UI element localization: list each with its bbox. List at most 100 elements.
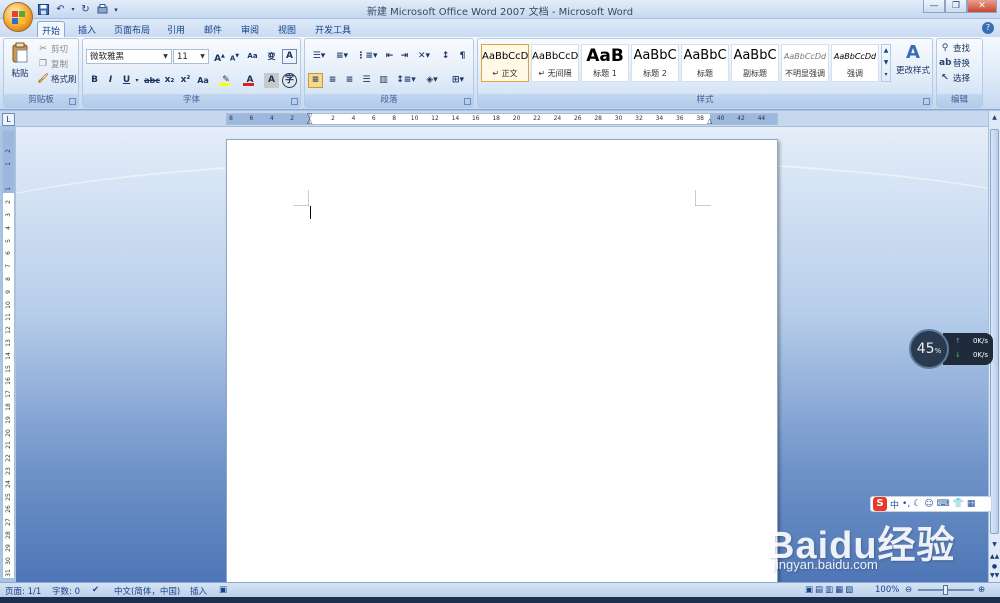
increase-indent-icon[interactable]: ⇥ [397, 49, 412, 64]
decrease-indent-icon[interactable]: ⇤ [382, 49, 397, 64]
close-button[interactable]: ✕ [967, 0, 997, 13]
tab-view[interactable]: 视图 [273, 21, 301, 37]
shading-icon[interactable]: ◈▾ [421, 73, 443, 88]
styles-launcher-icon[interactable] [923, 98, 930, 105]
italic-icon[interactable]: I [103, 73, 118, 88]
tab-mailings[interactable]: 邮件 [199, 21, 227, 37]
emoji-icon[interactable]: ☺ [924, 499, 933, 509]
replace-button[interactable]: ab 替换 [939, 56, 970, 70]
char-shading-icon[interactable]: A [264, 73, 279, 88]
style-no-spacing[interactable]: AaBbCcD ↵ 无间隔 [531, 44, 579, 82]
paragraph-launcher-icon[interactable] [464, 98, 471, 105]
prev-page-icon[interactable]: ▲▲ [990, 553, 999, 563]
underline-icon[interactable]: U [119, 73, 134, 88]
highlight-icon[interactable]: ✎ [216, 73, 236, 88]
grow-font-icon[interactable]: A▲ [212, 49, 227, 64]
multilevel-list-icon[interactable]: ⋮≡▾ [355, 49, 379, 64]
font-color-icon[interactable]: A [240, 73, 260, 88]
enclose-char-icon[interactable]: 字 [282, 73, 297, 88]
change-styles-button[interactable]: A 更改样式 [894, 42, 932, 82]
subscript-icon[interactable]: x₂ [162, 73, 177, 88]
align-center-icon[interactable]: ≡ [325, 73, 340, 88]
restore-button[interactable]: ❐ [945, 0, 967, 13]
font-size-combo[interactable]: 11 ▼ [173, 49, 209, 64]
document-page[interactable] [226, 139, 778, 582]
network-speed-widget[interactable]: ↑ 0K/s ↓ 0K/s 45% [909, 329, 993, 369]
moon-icon[interactable]: ☾ [913, 499, 921, 509]
underline-dropdown-icon[interactable]: ▾ [133, 73, 141, 88]
input-method-bar[interactable]: S 中 •, ☾ ☺ ⌨ 👕 ▦ [870, 496, 992, 512]
zoom-level[interactable]: 100% [875, 585, 899, 595]
align-right-icon[interactable]: ≡ [342, 73, 357, 88]
ime-language[interactable]: 中 [890, 498, 899, 511]
tab-insert[interactable]: 插入 [73, 21, 101, 37]
chevron-down-icon[interactable]: ▼ [198, 51, 207, 62]
format-painter-button[interactable]: 🖌 格式刷 [37, 72, 76, 86]
skin-icon[interactable]: 👕 [953, 499, 964, 509]
minimize-button[interactable]: — [923, 0, 945, 13]
show-marks-icon[interactable]: ¶ [455, 49, 470, 64]
shrink-font-icon[interactable]: A▼ [227, 49, 242, 64]
paste-button[interactable]: 粘贴 [7, 42, 33, 82]
proofing-icon[interactable]: ✔ [92, 585, 99, 595]
clear-format-icon[interactable]: Aa [245, 49, 260, 64]
tab-selector-icon[interactable]: L [2, 113, 15, 126]
change-case-icon[interactable]: Aa [194, 73, 212, 88]
keyboard-icon[interactable]: ⌨ [937, 499, 950, 509]
numbering-icon[interactable]: ≡▾ [331, 49, 353, 64]
vertical-ruler[interactable]: 2 1 1 2 3 4 5 6 7 8 9 10 11 12 13 14 15 16 17 18 19 20 21 22 23 2… [2, 130, 15, 590]
bullets-icon[interactable]: ☰▾ [308, 49, 330, 64]
help-icon[interactable]: ? [982, 22, 994, 34]
tab-home[interactable]: 开始 [37, 21, 65, 37]
distribute-icon[interactable]: ▥ [376, 73, 391, 88]
view-buttons[interactable]: ▣▤▥▦▧ [805, 585, 855, 595]
right-indent-marker-icon[interactable]: △ [707, 118, 712, 125]
select-button[interactable]: ↖ 选择 [939, 71, 970, 85]
tab-references[interactable]: 引用 [162, 21, 190, 37]
font-name-combo[interactable]: 微软雅黑 ▼ [86, 49, 172, 64]
office-button[interactable] [3, 2, 33, 32]
borders-icon[interactable]: ⊞▾ [447, 73, 469, 88]
cut-button[interactable]: ✂ 剪切 [37, 42, 68, 56]
justify-icon[interactable]: ☰ [359, 73, 374, 88]
chinese-layout-icon[interactable]: ✕▾ [413, 49, 435, 64]
align-left-icon[interactable]: ≡ [308, 73, 323, 88]
find-button[interactable]: ⚲ 查找 [939, 41, 970, 55]
horizontal-ruler[interactable]: 8 6 4 2 2 4 6 8 10 12 14 16 18 20 22 24 26 28 30 32 34 36 38 40… [226, 113, 778, 125]
line-spacing-icon[interactable]: ↕≡▾ [395, 73, 417, 88]
clipboard-launcher-icon[interactable] [69, 98, 76, 105]
styles-scroll[interactable]: ▲ ▼ ▾ [881, 44, 891, 82]
style-emphasis[interactable]: AaBbCcDd 强调 [831, 44, 879, 82]
next-page-icon[interactable]: ▼▼ [990, 572, 999, 582]
page-count[interactable]: 页面: 1/1 [5, 585, 41, 597]
copy-button[interactable]: ❐ 复制 [37, 57, 68, 71]
char-border-icon[interactable]: A [282, 49, 297, 64]
style-subtle-emphasis[interactable]: AaBbCcDd 不明显强调 [781, 44, 829, 82]
macro-record-icon[interactable]: ▣ [219, 585, 227, 595]
zoom-out-icon[interactable]: ⊖ [905, 585, 912, 595]
tab-review[interactable]: 审阅 [236, 21, 264, 37]
zoom-in-icon[interactable]: ⊕ [978, 585, 985, 595]
style-normal[interactable]: AaBbCcD ↵ 正文 [481, 44, 529, 82]
strikethrough-icon[interactable]: abc [143, 73, 161, 88]
style-heading-2[interactable]: AaBbC 标题 2 [631, 44, 679, 82]
style-subtitle[interactable]: AaBbC 副标题 [731, 44, 779, 82]
font-launcher-icon[interactable] [291, 98, 298, 105]
scroll-up-icon[interactable]: ▲ [990, 114, 999, 124]
sort-icon[interactable]: ↕ [438, 49, 453, 64]
zoom-slider[interactable] [918, 585, 974, 595]
word-count[interactable]: 字数: 0 [52, 585, 80, 597]
language-status[interactable]: 中文(简体，中国) [114, 585, 180, 597]
tab-developer[interactable]: 开发工具 [310, 21, 356, 37]
style-title[interactable]: AaBbC 标题 [681, 44, 729, 82]
phonetic-guide-icon[interactable]: 变 [264, 49, 279, 64]
tab-page-layout[interactable]: 页面布局 [110, 21, 154, 37]
zoom-slider-thumb[interactable] [943, 585, 948, 595]
scroll-down-icon[interactable]: ▼ [990, 541, 999, 551]
toolbox-icon[interactable]: ▦ [967, 499, 976, 509]
style-heading-1[interactable]: AaB 标题 1 [581, 44, 629, 82]
bold-icon[interactable]: B [87, 73, 102, 88]
superscript-icon[interactable]: x² [178, 73, 193, 88]
insert-mode[interactable]: 插入 [190, 585, 207, 597]
punctuation-icon[interactable]: •, [902, 499, 910, 509]
